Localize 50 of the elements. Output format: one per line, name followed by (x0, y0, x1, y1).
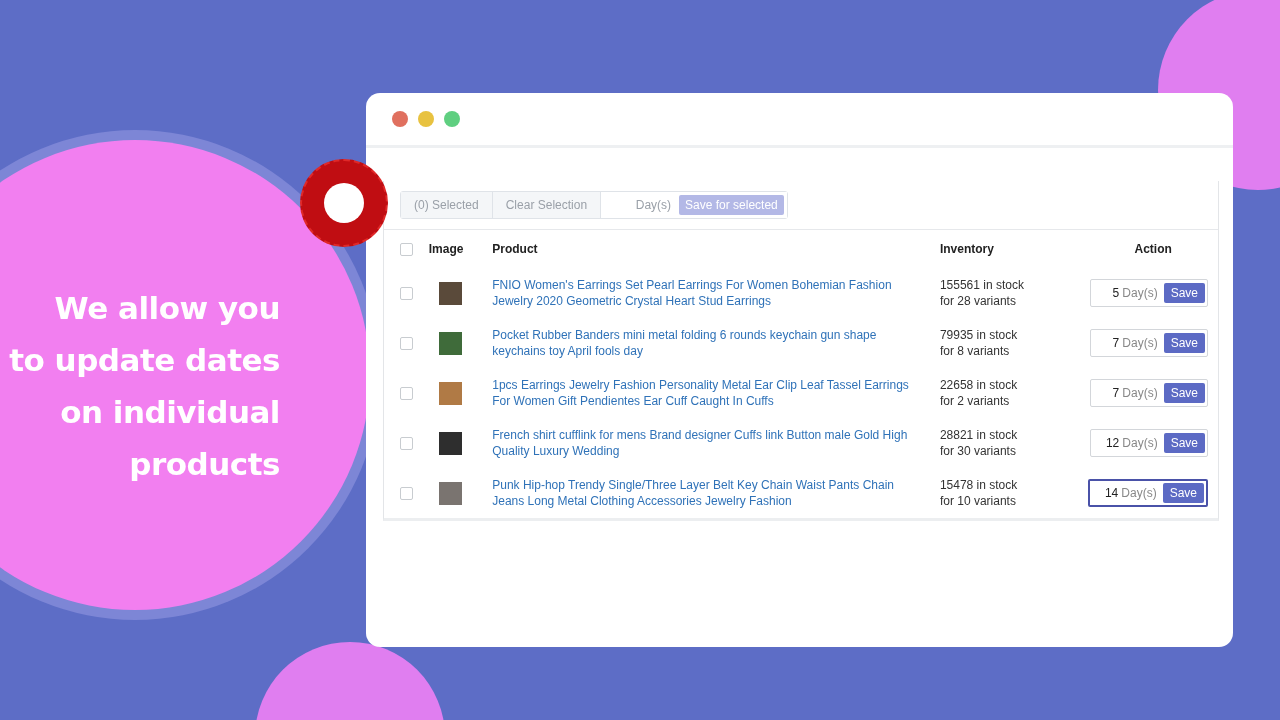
row-checkbox[interactable] (400, 486, 413, 500)
column-header: Action (1134, 242, 1172, 256)
days-field[interactable]: 12 Day(s) Save (1090, 429, 1208, 457)
photo-placeholder (438, 481, 462, 505)
save-button[interactable]: Save (1162, 483, 1204, 503)
photo-placeholder (438, 381, 462, 405)
variant-count: for 10 variants (939, 493, 1017, 509)
product-link[interactable]: FNIO Women's Earrings Set Pearl Earrings For Women Bohemian Fashion Jewelry 2020 Geometric Crystal Heart Stud Earrings (492, 277, 923, 309)
column-header: Product (492, 242, 538, 256)
days-unit: Day(s) (1122, 336, 1158, 350)
save-button[interactable]: Save (1163, 333, 1205, 353)
close-dot-icon (392, 111, 408, 127)
days-field[interactable]: 5 Day(s) Save (1090, 279, 1208, 307)
maximize-dot-icon (444, 111, 460, 127)
column-header: Image (428, 242, 464, 256)
photo-placeholder (438, 431, 462, 455)
days-field[interactable]: 7 Day(s) Save (1090, 329, 1208, 357)
save-button[interactable]: Save (1163, 283, 1205, 303)
row-checkbox[interactable] (400, 436, 413, 450)
product-link[interactable]: Pocket Rubber Banders mini metal folding 6 rounds keychain gun shape keychains toy April fools day (492, 327, 923, 359)
days-unit: Day(s) (1122, 286, 1158, 300)
selected-count: (0) Selected (401, 192, 493, 218)
days-field[interactable]: 7 Day(s) Save (1090, 379, 1208, 407)
product-link[interactable]: Punk Hip-hop Trendy Single/Three Layer Belt Key Chain Waist Pants Chain Jeans Long Metal Clothing Accessories Jewelry Fashion (492, 477, 923, 509)
days-field[interactable]: 14 Day(s) Save (1088, 479, 1208, 507)
stock-count: 15478 in stock (939, 477, 1019, 493)
stock-count: 79935 in stock (939, 327, 1019, 343)
days-unit: Day(s) (1122, 436, 1158, 450)
column-header: Inventory (939, 242, 994, 256)
row-checkbox[interactable] (400, 286, 413, 300)
stock-count: 22658 in stock (939, 377, 1019, 393)
stock-count: 28821 in stock (939, 427, 1019, 443)
product-link[interactable]: 1pcs Earrings Jewelry Fashion Personality Metal Ear Clip Leaf Tassel Earrings For Women Gift Pendientes Ear Cuff Caught In Cuffs (492, 377, 923, 409)
product-link[interactable]: French shirt cufflink for mens Brand designer Cuffs link Button male Gold High Quality Luxury Wedding (492, 427, 923, 459)
save-button[interactable]: Save (1163, 383, 1205, 403)
variant-count: for 30 variants (939, 443, 1017, 459)
variant-count: for 2 variants (939, 393, 1011, 409)
row-checkbox[interactable] (400, 386, 413, 400)
minimize-dot-icon (418, 111, 434, 127)
photo-placeholder (438, 281, 462, 305)
days-unit: Day(s) (1122, 386, 1158, 400)
headline: We allow you to update dates on individual products (8, 289, 280, 484)
variant-count: for 28 variants (939, 293, 1017, 309)
row-checkbox[interactable] (400, 336, 413, 350)
variant-count: for 8 variants (939, 343, 1011, 359)
days-unit: Day(s) (1121, 486, 1157, 500)
select-all-checkbox[interactable] (400, 242, 413, 256)
photo-placeholder (438, 331, 462, 355)
save-button[interactable]: Save (1163, 433, 1205, 453)
stock-count: 155561 in stock (939, 277, 1025, 293)
